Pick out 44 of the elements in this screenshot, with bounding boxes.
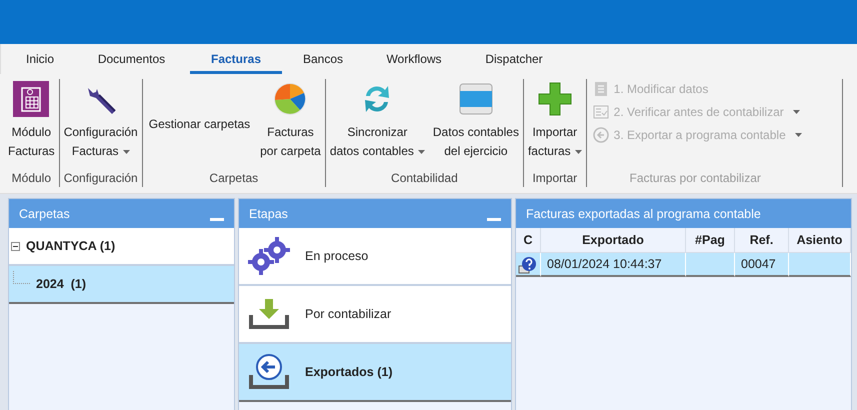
stage-item[interactable]: Por contabilizar [239, 286, 511, 344]
table-cell: 00047 [735, 253, 789, 277]
checklist-icon [592, 104, 609, 120]
ribbon-button[interactable]: Importar facturas [526, 79, 584, 163]
group-label: Módulo [10, 171, 52, 187]
panel-title: Etapas [249, 206, 288, 220]
column-header[interactable]: Exportado [541, 228, 686, 253]
column-header[interactable]: Ref. [735, 228, 789, 253]
ribbon-button[interactable]: Facturas por carpeta [258, 79, 323, 163]
group-label: Importar [531, 171, 578, 187]
ribbon-tab[interactable]: Dispatcher [464, 44, 564, 74]
ribbon-tab[interactable]: Inicio [7, 44, 73, 74]
group-label: Facturas por contabilizar [628, 171, 762, 187]
group-label: Configuración [62, 171, 139, 187]
stage-item[interactable]: Exportados (1) [239, 344, 511, 402]
tree-row[interactable]: 2024 (1) [9, 266, 234, 304]
group-label: Carpetas [208, 171, 260, 187]
ribbon-button[interactable]: Configuración Facturas [62, 79, 140, 163]
collapse-icon[interactable] [11, 242, 20, 250]
panel-title: Carpetas [19, 206, 70, 220]
ribbon-button[interactable]: Datos contables del ejercicio [430, 79, 521, 163]
minimize-icon[interactable] [487, 218, 501, 221]
ribbon-tab[interactable]: Workflows [364, 44, 464, 74]
minimize-icon[interactable] [210, 218, 224, 221]
module-icon [13, 81, 50, 119]
column-header[interactable]: C [516, 228, 541, 253]
tree-label: 2024 (1) [36, 277, 86, 291]
tree-row[interactable]: QUANTYCA (1) [9, 228, 234, 266]
group-label: Contabilidad [390, 171, 459, 187]
ribbon-tab[interactable]: Documentos [73, 44, 190, 74]
panel-title: Facturas exportadas al programa contable [526, 206, 761, 220]
ribbon-button[interactable]: Gestionar carpetas [144, 111, 254, 137]
document-icon [592, 81, 609, 97]
table-cell: 08/01/2024 10:44:37 [541, 253, 686, 277]
back-tray-icon [247, 353, 291, 391]
tree-label: QUANTYCA (1) [26, 239, 116, 253]
ribbon-tab[interactable]: Bancos [282, 44, 364, 74]
ribbon-button[interactable]: Módulo Facturas [6, 79, 57, 163]
column-header[interactable]: #Pag [686, 228, 735, 253]
stage-item[interactable]: En proceso [239, 228, 511, 286]
column-header[interactable]: Asiento [789, 228, 851, 253]
gears-icon [247, 237, 291, 275]
tree-connector [13, 270, 30, 284]
ribbon-button[interactable]: Sincronizar datos contables [328, 79, 427, 163]
